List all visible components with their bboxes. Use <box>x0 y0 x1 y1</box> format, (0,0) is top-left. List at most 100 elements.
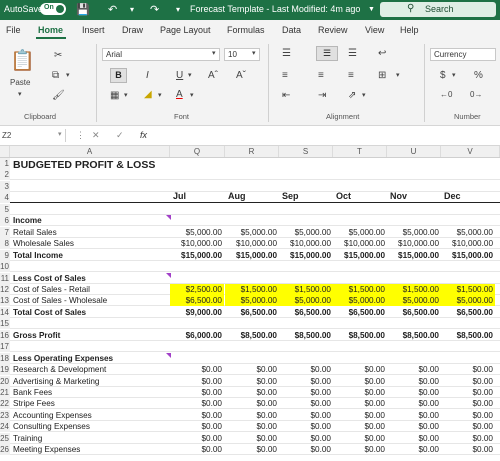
column-header-t[interactable]: T <box>333 146 387 157</box>
orientation-icon[interactable]: ⇗ <box>348 90 356 101</box>
value-cell[interactable]: $1,500.00 <box>279 283 333 295</box>
column-header-a[interactable]: A <box>10 146 170 157</box>
row-label[interactable]: Cost of Sales - Retail <box>10 284 170 295</box>
value-cell[interactable]: $15,000.00 <box>279 250 333 261</box>
tab-insert[interactable]: Insert <box>82 25 105 35</box>
value-cell[interactable] <box>170 215 224 226</box>
value-cell[interactable]: $15,000.00 <box>170 250 224 261</box>
value-cell[interactable]: $0.00 <box>441 364 495 375</box>
value-cell[interactable]: $0.00 <box>333 421 387 432</box>
value-cell[interactable] <box>279 353 333 364</box>
worksheet[interactable]: A Q R S T U V 1 2 3 4 5 6 7 8 9 10 11 12 13 14 15 16 17 1… <box>0 146 500 461</box>
row-label[interactable]: Bank Fees <box>10 387 170 398</box>
row-header[interactable]: 25 <box>0 432 10 444</box>
currency-dropdown-icon[interactable]: ▾ <box>452 71 456 79</box>
value-cell[interactable]: $0.00 <box>441 410 495 421</box>
value-cell[interactable]: $15,000.00 <box>387 250 441 261</box>
comment-indicator[interactable] <box>166 352 171 358</box>
value-cell[interactable]: $0.00 <box>225 364 279 375</box>
value-cell[interactable]: $0.00 <box>279 376 333 387</box>
italic-button[interactable]: I <box>146 70 149 81</box>
align-middle-button[interactable]: ☰ <box>316 46 338 61</box>
value-cell[interactable]: $0.00 <box>170 376 224 387</box>
row-header[interactable]: 20 <box>0 375 10 387</box>
decrease-font-icon[interactable]: Aˇ <box>236 70 246 81</box>
comment-indicator[interactable] <box>166 215 171 221</box>
tab-help[interactable]: Help <box>400 25 419 35</box>
value-cell[interactable]: $0.00 <box>225 444 279 455</box>
tab-file[interactable]: File <box>6 25 21 35</box>
cancel-icon[interactable]: ✕ <box>92 130 100 141</box>
value-cell[interactable]: $0.00 <box>441 433 495 444</box>
increase-decimal-icon[interactable]: ←0 <box>440 90 452 99</box>
value-cell[interactable]: $0.00 <box>387 364 441 375</box>
row-header[interactable]: 1 <box>0 158 10 169</box>
value-cell[interactable]: $0.00 <box>387 376 441 387</box>
value-cell[interactable]: $9,000.00 <box>170 307 224 318</box>
chevron-down-icon[interactable]: ▾ <box>130 5 134 14</box>
copy-icon[interactable]: ⧉ <box>52 70 59 81</box>
font-color-dropdown-icon[interactable]: ▾ <box>190 91 194 99</box>
row-label[interactable]: Advertising & Marketing <box>10 376 170 387</box>
increase-indent-icon[interactable]: ⇥ <box>318 90 326 101</box>
insert-function-icon[interactable]: fx <box>140 130 147 140</box>
row-header[interactable]: 3 <box>0 180 10 192</box>
value-cell[interactable]: $0.00 <box>225 410 279 421</box>
value-cell[interactable]: $6,500.00 <box>279 307 333 318</box>
value-cell[interactable]: $10,000.00 <box>333 238 387 249</box>
row-header[interactable]: 2 <box>0 169 10 181</box>
enter-icon[interactable]: ✓ <box>116 130 124 141</box>
paste-label[interactable]: Paste <box>10 78 30 87</box>
row-header[interactable]: 21 <box>0 387 10 398</box>
value-cell[interactable]: $1,500.00 <box>387 283 441 295</box>
row-label[interactable]: Meeting Expenses <box>10 444 170 455</box>
value-cell[interactable]: $0.00 <box>170 387 224 398</box>
row-header[interactable]: 24 <box>0 421 10 433</box>
format-painter-icon[interactable]: 🖌 <box>52 90 65 101</box>
row-header[interactable]: 6 <box>0 215 10 227</box>
value-cell[interactable]: $0.00 <box>225 421 279 432</box>
value-cell[interactable]: $0.00 <box>279 433 333 444</box>
borders-icon[interactable]: ▦ <box>110 90 119 101</box>
value-cell[interactable] <box>333 273 387 284</box>
value-cell[interactable]: $0.00 <box>333 376 387 387</box>
font-size-dropdown-icon[interactable]: ▾ <box>252 49 256 57</box>
tab-view[interactable]: View <box>365 25 384 35</box>
value-cell[interactable]: $8,500.00 <box>333 330 387 341</box>
value-cell[interactable]: $0.00 <box>441 444 495 455</box>
comment-indicator[interactable] <box>166 272 171 278</box>
value-cell[interactable] <box>170 353 224 364</box>
font-name-dropdown-icon[interactable]: ▾ <box>212 49 216 57</box>
column-header-u[interactable]: U <box>387 146 441 157</box>
value-cell[interactable]: $15,000.00 <box>333 250 387 261</box>
value-cell[interactable]: $0.00 <box>225 433 279 444</box>
value-cell[interactable]: $0.00 <box>387 444 441 455</box>
value-cell[interactable] <box>225 273 279 284</box>
fill-color-icon[interactable]: ◢ <box>144 89 152 100</box>
value-cell[interactable]: $5,000.00 <box>441 295 495 307</box>
value-cell[interactable]: $0.00 <box>279 387 333 398</box>
value-cell[interactable]: $0.00 <box>279 410 333 421</box>
paste-dropdown-icon[interactable]: ▾ <box>18 90 22 98</box>
cut-icon[interactable]: ✂ <box>54 50 62 61</box>
column-header-r[interactable]: R <box>225 146 279 157</box>
name-box-dropdown-icon[interactable]: ▾ <box>58 130 62 138</box>
value-cell[interactable]: $0.00 <box>170 398 224 409</box>
value-cell[interactable]: $0.00 <box>279 444 333 455</box>
search-input[interactable]: ⚲ Search <box>380 2 496 17</box>
tab-page-layout[interactable]: Page Layout <box>160 25 211 35</box>
row-label[interactable]: Total Cost of Sales <box>10 307 170 318</box>
value-cell[interactable]: $0.00 <box>225 387 279 398</box>
value-cell[interactable]: $10,000.00 <box>441 238 495 249</box>
value-cell[interactable]: $0.00 <box>387 398 441 409</box>
tab-home[interactable]: Home <box>38 25 63 35</box>
row-label[interactable]: Total Income <box>10 250 170 261</box>
value-cell[interactable]: $5,000.00 <box>333 227 387 238</box>
bold-button[interactable]: B <box>110 68 127 83</box>
fill-color-dropdown-icon[interactable]: ▾ <box>158 91 162 99</box>
value-cell[interactable]: $6,500.00 <box>441 307 495 318</box>
wrap-text-icon[interactable]: ↩ <box>378 48 386 59</box>
value-cell[interactable]: $0.00 <box>387 433 441 444</box>
decrease-indent-icon[interactable]: ⇤ <box>282 90 290 101</box>
autosave-toggle[interactable]: On <box>40 3 66 15</box>
